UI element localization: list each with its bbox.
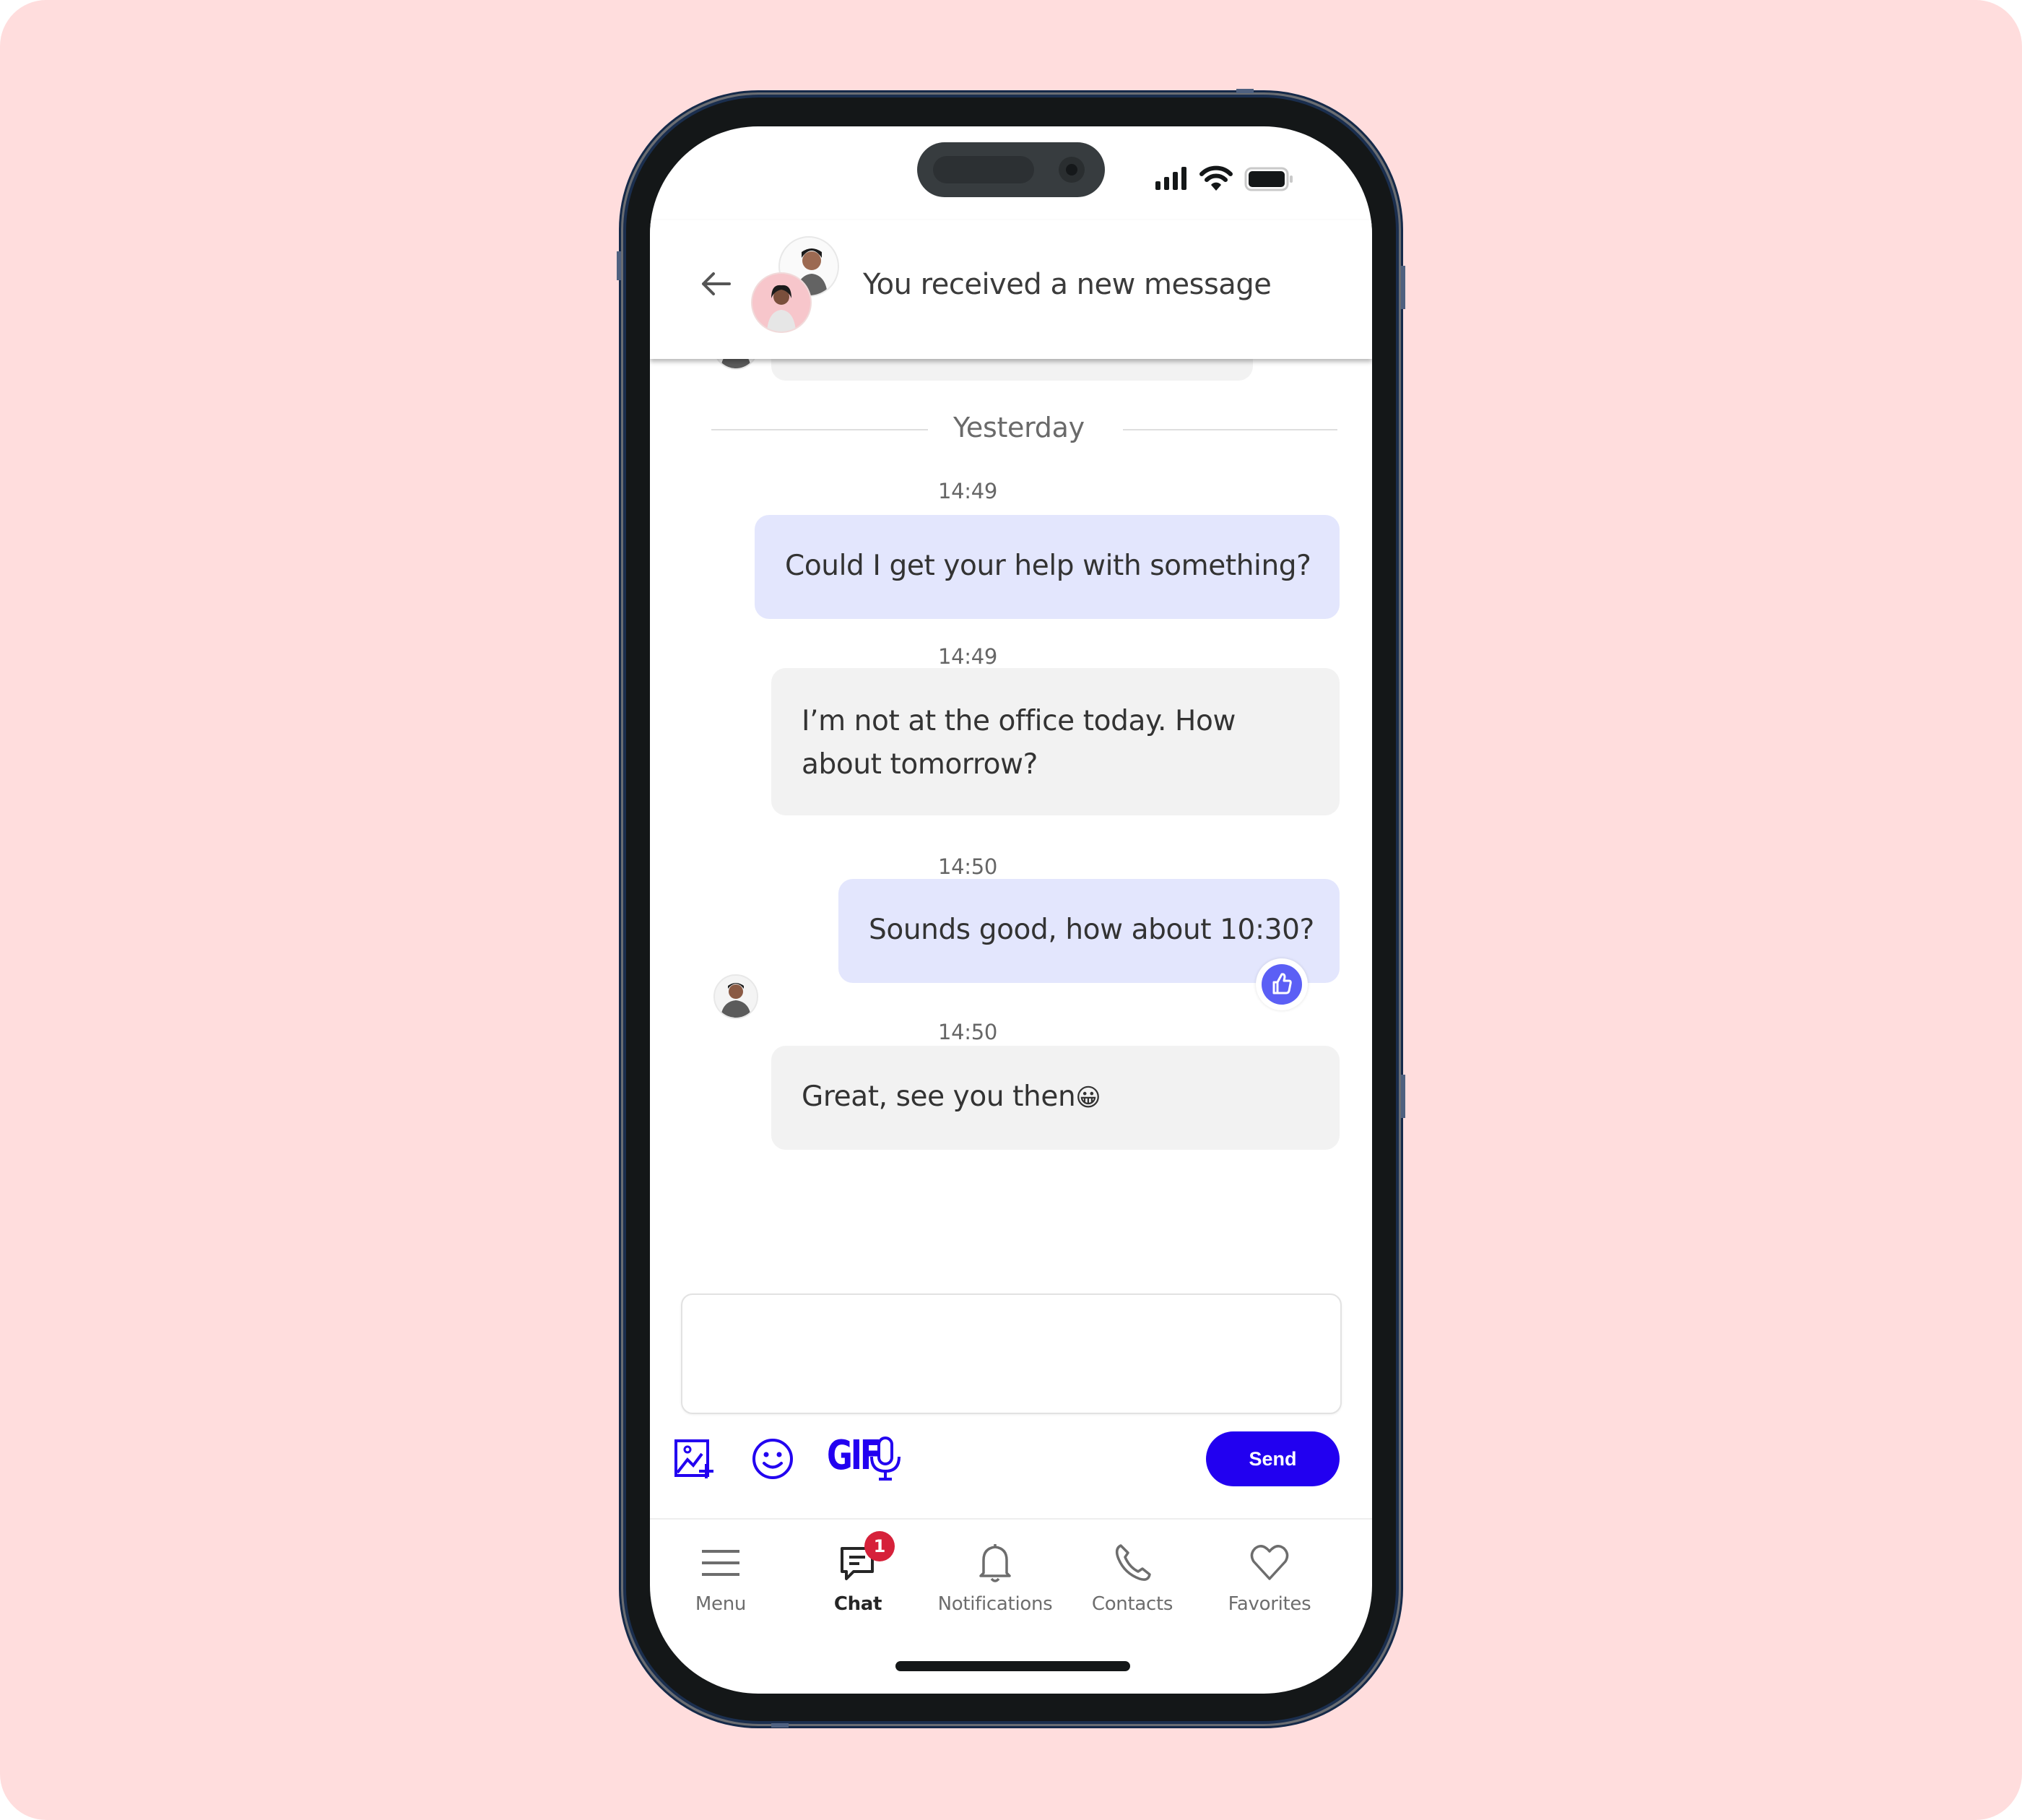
nav-item-menu[interactable]: Menu — [652, 1520, 789, 1621]
phone-right-button — [1401, 266, 1405, 309]
nav-label: Menu — [695, 1593, 747, 1615]
reaction-thumbs-up[interactable] — [1256, 958, 1308, 1010]
thumbs-up-icon — [1272, 973, 1292, 994]
message-text: I’m not at the office today. How about t… — [802, 705, 1236, 781]
phone-bottom-button — [771, 1723, 789, 1728]
message-input[interactable] — [681, 1294, 1342, 1414]
phone-top-button — [1236, 89, 1254, 93]
message-text: Great, see you then — [802, 1080, 1076, 1113]
nav-label: Contacts — [1091, 1593, 1173, 1615]
header-title: You received a new message — [863, 268, 1272, 301]
message-bubble-received[interactable]: I’m not at the office today. How about t… — [771, 668, 1340, 815]
menu-icon — [702, 1550, 739, 1576]
phone-side-button — [617, 251, 621, 280]
signal-bars-icon — [1155, 167, 1186, 190]
nav-item-notifications[interactable]: Notifications — [927, 1520, 1064, 1621]
front-camera — [1059, 157, 1085, 183]
nav-label: Chat — [833, 1593, 882, 1615]
phone-icon — [1115, 1544, 1151, 1581]
message-timestamp: 14:49 — [937, 479, 998, 503]
wifi-icon — [1199, 165, 1233, 191]
nav-item-contacts[interactable]: Contacts — [1064, 1520, 1201, 1621]
nav-item-favorites[interactable]: Favorites — [1201, 1520, 1338, 1621]
battery-icon — [1244, 167, 1293, 191]
add-image-icon[interactable] — [670, 1435, 718, 1483]
unread-badge: 1 — [864, 1531, 895, 1561]
bell-icon — [979, 1544, 1011, 1582]
date-divider-line-right — [1123, 429, 1337, 430]
message-bubble-received[interactable]: Great, see you then😀 — [771, 1046, 1340, 1150]
arrow-left-icon — [702, 272, 731, 295]
contact-avatar-female — [751, 272, 812, 333]
phone-right-button-2 — [1401, 1075, 1405, 1118]
island-speaker — [933, 156, 1034, 183]
emoji-icon[interactable] — [749, 1435, 797, 1483]
message-timestamp: 14:49 — [937, 644, 998, 669]
emoji-grinning: 😀 — [1075, 1083, 1101, 1112]
message-text: Sounds good, how about 10:30? — [869, 914, 1314, 946]
date-divider-label: Yesterday — [953, 412, 1085, 443]
chat-header: You received a new message — [650, 220, 1372, 359]
back-button[interactable] — [695, 262, 738, 306]
contact-avatar — [713, 974, 758, 1019]
heart-icon — [1250, 1545, 1289, 1580]
message-timestamp: 14:50 — [937, 854, 998, 879]
phone-screen: Cool, let's talk more over lunch Yesterd… — [650, 126, 1372, 1694]
send-button[interactable]: Send — [1206, 1431, 1340, 1486]
nav-item-chat[interactable]: 1 Chat — [789, 1520, 927, 1621]
nav-label: Favorites — [1228, 1593, 1311, 1615]
message-timestamp: 14:50 — [937, 1020, 998, 1044]
message-text: Could I get your help with something? — [785, 550, 1311, 582]
home-indicator[interactable] — [895, 1661, 1130, 1671]
dynamic-island — [917, 142, 1105, 197]
bottom-navigation: Menu 1 Chat Notifications Contacts Favor… — [650, 1518, 1372, 1621]
conversation-area[interactable]: Cool, let's talk more over lunch Yesterd… — [650, 278, 1372, 1426]
date-divider-line-left — [711, 429, 928, 430]
message-bubble-sent[interactable]: Could I get your help with something? — [755, 515, 1340, 619]
microphone-icon[interactable] — [862, 1435, 909, 1483]
nav-label: Notifications — [937, 1593, 1053, 1615]
